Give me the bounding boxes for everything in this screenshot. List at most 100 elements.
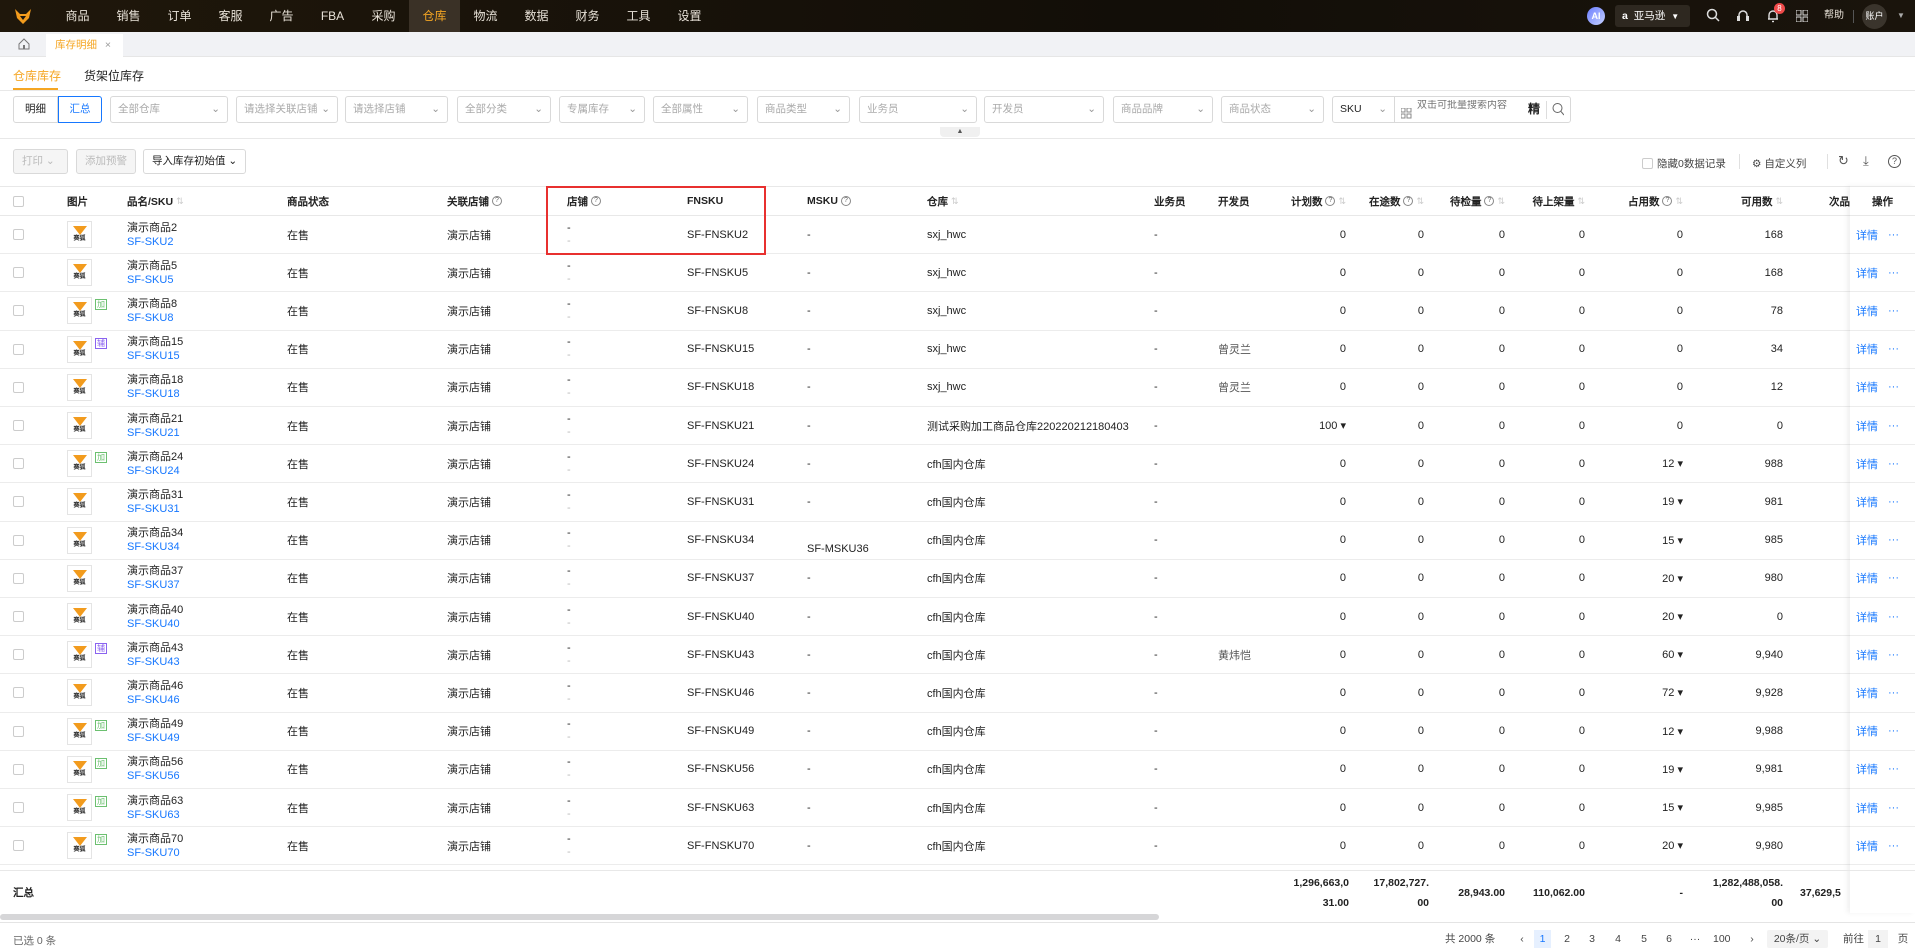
sku-link[interactable]: SF-SKU24 xyxy=(127,464,180,478)
more-actions-icon[interactable]: ··· xyxy=(1888,763,1899,775)
detail-link[interactable]: 详情 xyxy=(1856,303,1878,319)
row-checkbox[interactable] xyxy=(13,840,24,852)
more-actions-icon[interactable]: ··· xyxy=(1888,381,1899,393)
occupied-cell[interactable]: 60 ▾ xyxy=(1595,636,1693,673)
occupied-cell[interactable]: 12 ▾ xyxy=(1595,445,1693,482)
nav-item[interactable]: 客服 xyxy=(205,0,256,32)
detail-link[interactable]: 详情 xyxy=(1856,647,1878,663)
filter-select[interactable]: 开发员 ⌄ xyxy=(984,96,1104,123)
sort-icon[interactable]: ⇅ xyxy=(1497,196,1505,207)
search-icon[interactable] xyxy=(1706,8,1720,25)
filter-select[interactable]: 请选择店铺 ⌄ xyxy=(345,96,448,123)
platform-selector[interactable]: a 亚马逊 ▼ xyxy=(1615,5,1690,27)
occupied-cell[interactable]: 12 ▾ xyxy=(1595,713,1693,750)
row-checkbox[interactable] xyxy=(13,496,24,508)
more-actions-icon[interactable]: ··· xyxy=(1888,420,1899,432)
filter-select[interactable]: 商品品牌 ⌄ xyxy=(1113,96,1213,123)
goto-page-input[interactable]: 1 xyxy=(1868,930,1888,948)
detail-link[interactable]: 详情 xyxy=(1856,341,1878,357)
help-icon[interactable]: ? xyxy=(1403,196,1414,206)
row-checkbox[interactable] xyxy=(13,802,24,814)
planned-cell[interactable]: 100 ▾ xyxy=(1280,407,1356,444)
filter-select[interactable]: 商品类型 ⌄ xyxy=(757,96,850,123)
nav-item[interactable]: 采购 xyxy=(358,0,409,32)
occupied-cell[interactable]: 20 ▾ xyxy=(1595,560,1693,597)
detail-link[interactable]: 详情 xyxy=(1856,265,1878,281)
nav-item[interactable]: FBA xyxy=(307,0,358,32)
search-input[interactable] xyxy=(1417,100,1517,111)
custom-columns-button[interactable]: ⚙ 自定义列 xyxy=(1752,156,1806,171)
nav-item[interactable]: 商品 xyxy=(52,0,103,32)
more-actions-icon[interactable]: ··· xyxy=(1888,572,1899,584)
sku-link[interactable]: SF-SKU46 xyxy=(127,693,180,707)
help-link[interactable]: 帮助 xyxy=(1824,0,1844,32)
detail-link[interactable]: 详情 xyxy=(1856,609,1878,625)
add-alert-button[interactable]: 添加预警 xyxy=(76,149,136,174)
help-icon[interactable]: ? xyxy=(1484,196,1495,206)
sort-icon[interactable]: ⇅ xyxy=(176,196,184,207)
nav-item[interactable]: 数据 xyxy=(511,0,562,32)
print-button[interactable]: 打印 ⌄ xyxy=(13,149,68,174)
page-size-select[interactable]: 20条/页 ⌄ xyxy=(1767,930,1828,948)
sort-icon[interactable]: ⇅ xyxy=(1577,196,1585,207)
filter-select[interactable]: 全部分类 ⌄ xyxy=(457,96,551,123)
nav-item[interactable]: 物流 xyxy=(460,0,511,32)
checkbox[interactable] xyxy=(1642,158,1653,169)
nav-item[interactable]: 仓库 xyxy=(409,0,460,32)
detail-link[interactable]: 详情 xyxy=(1856,532,1878,548)
sku-link[interactable]: SF-SKU56 xyxy=(127,769,180,783)
sku-link[interactable]: SF-SKU49 xyxy=(127,731,180,745)
row-checkbox[interactable] xyxy=(13,725,24,737)
detail-link[interactable]: 详情 xyxy=(1856,800,1878,816)
occupied-cell[interactable]: 19 ▾ xyxy=(1595,483,1693,520)
headset-icon[interactable] xyxy=(1736,8,1750,27)
page-button[interactable]: 1 xyxy=(1534,930,1551,948)
occupied-cell[interactable]: 72 ▾ xyxy=(1595,674,1693,711)
more-actions-icon[interactable]: ··· xyxy=(1888,267,1899,279)
nav-item[interactable]: 订单 xyxy=(154,0,205,32)
more-actions-icon[interactable]: ··· xyxy=(1888,496,1899,508)
sort-icon[interactable]: ⇅ xyxy=(1775,196,1783,207)
more-actions-icon[interactable]: ··· xyxy=(1888,611,1899,623)
logo-icon[interactable] xyxy=(14,7,32,25)
page-button[interactable]: 100 xyxy=(1713,930,1731,948)
sku-link[interactable]: SF-SKU70 xyxy=(127,846,180,860)
ai-assistant-icon[interactable]: AI xyxy=(1587,7,1605,25)
occupied-cell[interactable]: 15 ▾ xyxy=(1595,789,1693,826)
page-button[interactable]: 2 xyxy=(1560,930,1574,948)
more-actions-icon[interactable]: ··· xyxy=(1888,649,1899,661)
nav-item[interactable]: 销售 xyxy=(103,0,154,32)
help-icon[interactable]: ? xyxy=(1325,196,1336,206)
sort-icon[interactable]: ⇅ xyxy=(951,196,959,207)
detail-link[interactable]: 详情 xyxy=(1856,418,1878,434)
sku-link[interactable]: SF-SKU40 xyxy=(127,617,180,631)
more-actions-icon[interactable]: ··· xyxy=(1888,725,1899,737)
hide-zero-checkbox[interactable]: 隐藏0数据记录 xyxy=(1642,156,1726,171)
home-icon[interactable] xyxy=(18,38,30,53)
sku-link[interactable]: SF-SKU15 xyxy=(127,349,180,363)
horizontal-scrollbar[interactable] xyxy=(0,914,1159,920)
sku-link[interactable]: SF-SKU63 xyxy=(127,808,180,822)
more-actions-icon[interactable]: ··· xyxy=(1888,343,1899,355)
apps-grid-icon[interactable] xyxy=(1795,9,1809,25)
nav-item[interactable]: 财务 xyxy=(562,0,613,32)
prev-page-button[interactable]: ‹ xyxy=(1515,930,1529,948)
row-checkbox[interactable] xyxy=(13,267,24,279)
subtab-shelf-inventory[interactable]: 货架位库存 xyxy=(84,67,144,84)
batch-grid-icon[interactable] xyxy=(1400,104,1412,129)
page-button[interactable]: 6 xyxy=(1662,930,1676,948)
sort-icon[interactable]: ⇅ xyxy=(1338,196,1346,207)
tab-inventory-detail[interactable]: 库存明细 × xyxy=(46,34,123,57)
detail-link[interactable]: 详情 xyxy=(1856,685,1878,701)
sku-link[interactable]: SF-SKU43 xyxy=(127,655,180,669)
row-checkbox[interactable] xyxy=(13,572,24,584)
filter-select[interactable]: 请选择关联店铺 ⌄ xyxy=(236,96,338,123)
filter-select[interactable]: 商品状态 ⌄ xyxy=(1221,96,1324,123)
sort-icon[interactable]: ⇅ xyxy=(1416,196,1424,207)
occupied-cell[interactable]: 15 ▾ xyxy=(1595,522,1693,559)
row-checkbox[interactable] xyxy=(13,229,24,241)
detail-link[interactable]: 详情 xyxy=(1856,570,1878,586)
download-icon[interactable]: ⤓ xyxy=(1863,153,1869,169)
collapse-filters-handle[interactable]: ▲ xyxy=(940,127,980,137)
sort-icon[interactable]: ⇅ xyxy=(1675,196,1683,207)
